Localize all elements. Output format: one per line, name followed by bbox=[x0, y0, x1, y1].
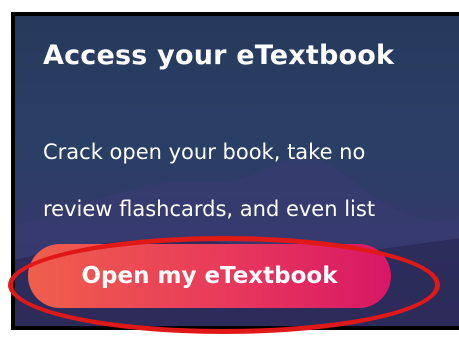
card-title: Access your eTextbook bbox=[43, 40, 395, 71]
card-description-line-2: review flashcards, and even list bbox=[43, 197, 376, 221]
screenshot-frame: Access your eTextbook Crack open your bo… bbox=[0, 0, 459, 343]
open-etextbook-button[interactable]: Open my eTextbook bbox=[28, 244, 391, 308]
card-description-line-1: Crack open your book, take no bbox=[43, 140, 366, 164]
card-description: Crack open your book, take no review fla… bbox=[43, 124, 459, 238]
